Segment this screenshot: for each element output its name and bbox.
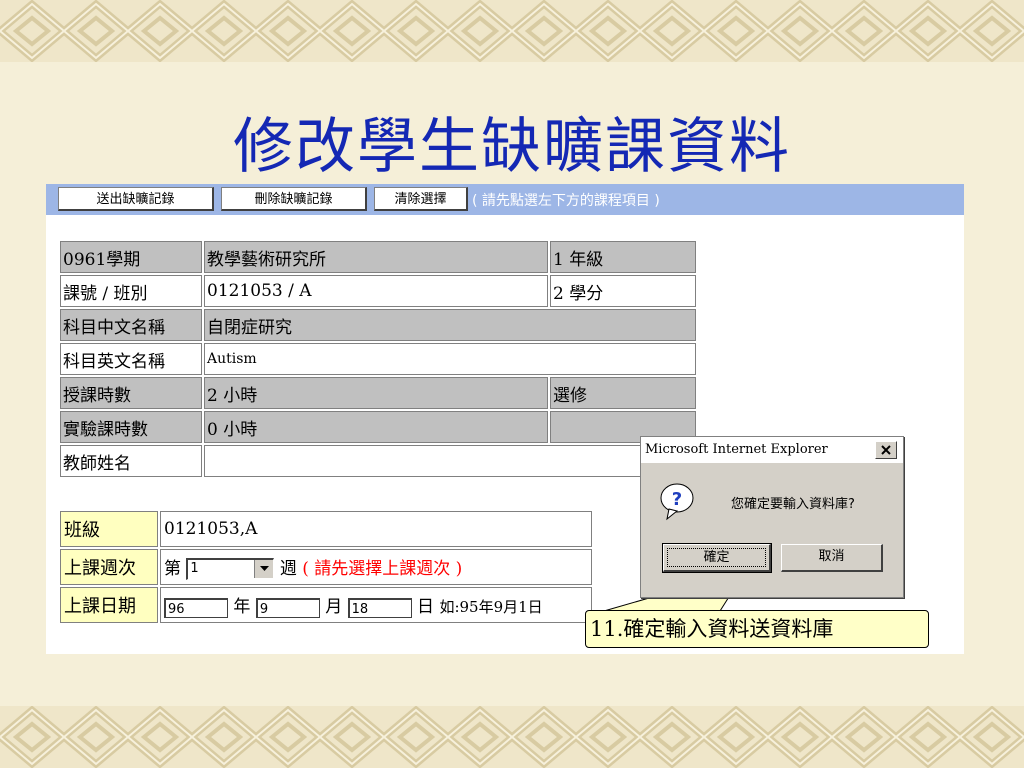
confirm-dialog: Microsoft Internet Explorer ? 您確定要輸入資料庫?… xyxy=(640,436,904,598)
day-input[interactable]: 18 xyxy=(347,597,412,618)
dialog-message: 您確定要輸入資料庫? xyxy=(731,497,855,512)
class-value: 0121053,A xyxy=(160,511,592,547)
cancel-button[interactable]: 取消 xyxy=(781,544,883,572)
week-prefix: 第 xyxy=(164,558,181,579)
week-cell: 第 1 週 ( 請先選擇上課週次 ) xyxy=(160,549,592,585)
class-form-table: 班級 0121053,A 上課週次 第 1 週 ( 請先選擇上課週次 ) 上課日… xyxy=(58,509,594,625)
department-cell: 教學藝術研究所 xyxy=(204,241,548,273)
year-unit: 年 xyxy=(233,597,251,618)
chinese-name-value: 自閉症研究 xyxy=(204,309,696,341)
dropdown-arrow-icon[interactable] xyxy=(254,560,274,579)
lab-hours-label: 實驗課時數 xyxy=(60,411,202,443)
toolbar: 送出缺曠記錄 刪除缺曠記錄 清除選擇 ( 請先點選左下方的課程項目 ) xyxy=(46,184,964,215)
delete-absence-button[interactable]: 刪除缺曠記錄 xyxy=(221,187,367,211)
lab-hours-value: 0 小時 xyxy=(204,411,548,443)
dialog-titlebar: Microsoft Internet Explorer xyxy=(641,437,903,463)
lattice-pattern xyxy=(0,0,1024,62)
caret-down-icon xyxy=(259,566,269,572)
month-input[interactable]: 9 xyxy=(255,597,320,618)
question-icon: ? xyxy=(660,483,694,521)
clear-selection-button[interactable]: 清除選擇 xyxy=(374,187,468,211)
svg-text:?: ? xyxy=(672,489,682,510)
week-select[interactable]: 1 xyxy=(186,558,275,581)
bottom-decorative-border xyxy=(0,706,1024,768)
submit-absence-button[interactable]: 送出缺曠記錄 xyxy=(58,187,214,211)
date-cell: 96 年 9 月 18 日 如:95年9月1日 xyxy=(160,587,592,623)
table-row: 0961學期 教學藝術研究所 1 年級 xyxy=(60,241,696,273)
table-row: 授課時數 2 小時 選修 xyxy=(60,377,696,409)
teaching-hours-label: 授課時數 xyxy=(60,377,202,409)
date-label: 上課日期 xyxy=(60,587,158,623)
chinese-name-label: 科目中文名稱 xyxy=(60,309,202,341)
table-row: 課號 / 班別 0121053 / A 2 學分 xyxy=(60,275,696,307)
table-row: 教師姓名 xyxy=(60,445,696,477)
credits-cell: 2 學分 xyxy=(550,275,696,307)
lattice-pattern xyxy=(0,706,1024,768)
dialog-title: Microsoft Internet Explorer xyxy=(645,442,828,457)
course-code-value: 0121053 / A xyxy=(204,275,548,307)
month-unit: 月 xyxy=(325,597,343,618)
week-hint: ( 請先選擇上課週次 ) xyxy=(302,558,463,579)
toolbar-hint: ( 請先點選左下方的課程項目 ) xyxy=(472,193,660,209)
page-title: 修改學生缺曠課資料 xyxy=(233,112,791,182)
year-input[interactable]: 96 xyxy=(164,597,228,618)
close-icon xyxy=(881,445,891,455)
date-example: 如:95年9月1日 xyxy=(439,598,543,617)
teaching-hours-value: 2 小時 xyxy=(204,377,548,409)
step-callout: 11.確定輸入資料送資料庫 xyxy=(585,610,929,648)
course-code-label: 課號 / 班別 xyxy=(60,275,202,307)
teacher-name-label: 教師姓名 xyxy=(60,445,202,477)
top-decorative-border xyxy=(0,0,1024,62)
week-label: 上課週次 xyxy=(60,549,158,585)
semester-cell: 0961學期 xyxy=(60,241,202,273)
course-info-table: 0961學期 教學藝術研究所 1 年級 課號 / 班別 0121053 / A … xyxy=(58,239,698,479)
class-label: 班級 xyxy=(60,511,158,547)
teacher-name-value xyxy=(204,445,696,477)
english-name-label: 科目英文名稱 xyxy=(60,343,202,375)
table-row: 實驗課時數 0 小時 xyxy=(60,411,696,443)
week-suffix: 週 xyxy=(279,558,297,579)
table-row: 上課週次 第 1 週 ( 請先選擇上課週次 ) xyxy=(60,549,592,585)
ok-button-label: 確定 xyxy=(667,548,766,567)
english-name-value: Autism xyxy=(204,343,696,375)
dialog-close-button[interactable] xyxy=(875,441,897,459)
grade-cell: 1 年級 xyxy=(550,241,696,273)
course-type-cell: 選修 xyxy=(550,377,696,409)
table-row: 上課日期 96 年 9 月 18 日 如:95年9月1日 xyxy=(60,587,592,623)
ok-button[interactable]: 確定 xyxy=(662,543,772,573)
day-unit: 日 xyxy=(417,597,435,618)
table-row: 科目英文名稱 Autism xyxy=(60,343,696,375)
table-row: 班級 0121053,A xyxy=(60,511,592,547)
week-select-value: 1 xyxy=(190,561,199,577)
table-row: 科目中文名稱 自閉症研究 xyxy=(60,309,696,341)
